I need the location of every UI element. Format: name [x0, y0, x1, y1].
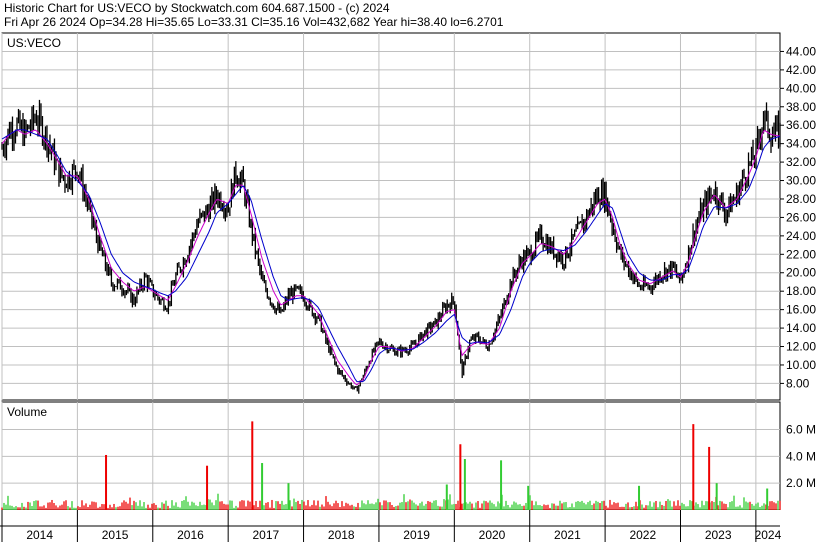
- chart-canvas: 44.00 42.00 40.00 38.00 36.00 34.00 32.00 30.00…: [0, 32, 830, 542]
- price-tick-label: 10.00: [786, 358, 816, 372]
- year-label: 2016: [177, 528, 204, 542]
- volume-panel-title: Volume: [7, 405, 47, 419]
- price-panel-title: US:VECO: [7, 36, 61, 50]
- stock-chart: Historic Chart for US:VECO by Stockwatch…: [0, 0, 830, 543]
- price-tick-label: 12.00: [786, 340, 816, 354]
- price-tick-label: 30.00: [786, 174, 816, 188]
- price-tick-label: 34.00: [786, 137, 816, 151]
- price-tick-label: 20.00: [786, 266, 816, 280]
- price-tick-label: 36.00: [786, 118, 816, 132]
- year-label: 2020: [479, 528, 506, 542]
- price-tick-label: 38.00: [786, 100, 816, 114]
- year-label: 2022: [629, 528, 656, 542]
- price-tick-label: 28.00: [786, 192, 816, 206]
- year-label: 2015: [102, 528, 129, 542]
- year-label: 2017: [253, 528, 280, 542]
- volume-tick-label: 2.0 M: [786, 476, 816, 490]
- price-tick-label: 42.00: [786, 63, 816, 77]
- year-label: 2023: [705, 528, 732, 542]
- price-tick-label: 24.00: [786, 229, 816, 243]
- price-tick-label: 18.00: [786, 284, 816, 298]
- price-tick-label: 8.00: [786, 376, 810, 390]
- price-tick-label: 40.00: [786, 81, 816, 95]
- price-tick-label: 44.00: [786, 44, 816, 58]
- year-label: 2019: [403, 528, 430, 542]
- price-tick-label: 14.00: [786, 321, 816, 335]
- year-label: 2024: [755, 528, 782, 542]
- year-label: 2014: [26, 528, 53, 542]
- volume-tick-label: 6.0 M: [786, 422, 816, 436]
- price-tick-label: 26.00: [786, 210, 816, 224]
- year-label: 2021: [554, 528, 581, 542]
- price-tick-label: 22.00: [786, 247, 816, 261]
- price-tick-label: 16.00: [786, 303, 816, 317]
- volume-tick-label: 4.0 M: [786, 449, 816, 463]
- year-label: 2018: [328, 528, 355, 542]
- price-tick-label: 32.00: [786, 155, 816, 169]
